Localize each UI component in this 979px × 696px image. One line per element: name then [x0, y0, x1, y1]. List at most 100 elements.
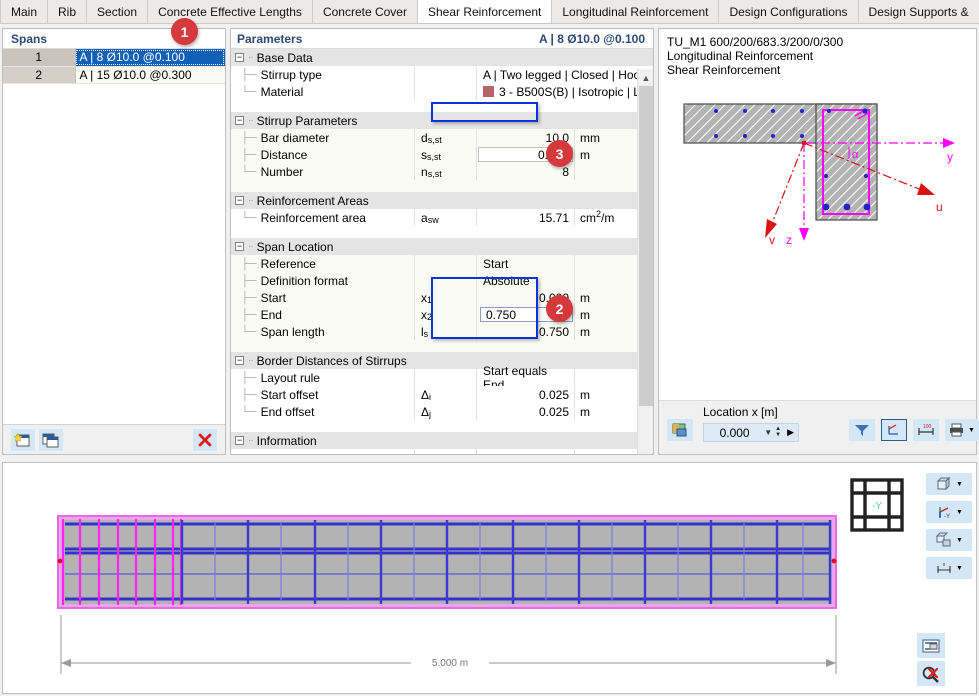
span-value[interactable]: A | 8 Ø10.0 @0.100 — [75, 49, 225, 66]
parameters-scrollbar[interactable]: ▲ ▼ — [637, 69, 653, 455]
dimension-style-button[interactable]: x ▼ — [926, 557, 972, 579]
tree-branch-icon: └─ — [241, 212, 257, 224]
svg-text:x: x — [943, 562, 946, 568]
play-next-icon[interactable]: ▶ — [787, 427, 794, 438]
row-number[interactable]: └─Number ns,st 8 — [231, 163, 653, 180]
chevron-down-icon[interactable]: ▼ — [956, 509, 963, 516]
tab-concrete-effective-lengths[interactable]: Concrete Effective Lengths — [148, 0, 313, 23]
row-label: Layout rule — [261, 371, 320, 385]
chevron-down-icon[interactable]: ▼ — [764, 428, 772, 437]
row-bar-diameter[interactable]: ├─Bar diameter ds,st 10.0 mm — [231, 129, 653, 146]
row-value[interactable]: A | Two legged | Closed | Hook 135° — [477, 66, 645, 83]
group-reinforcement-areas[interactable]: − ·· Reinforcement Areas — [231, 192, 653, 209]
row-value[interactable]: Start equals End — [477, 369, 575, 386]
row-reference[interactable]: ├─Reference Start — [231, 255, 653, 272]
parameters-header: Parameters A | 8 Ø10.0 @0.100 — [231, 29, 653, 49]
location-x-combo[interactable]: 0.000 ▼ ▲▼ ▶ — [703, 423, 799, 442]
span-number: 1 — [3, 49, 75, 66]
view-orientation-widget[interactable]: -Y — [847, 475, 907, 535]
row-definition-format[interactable]: ├─Definition format Absolute — [231, 272, 653, 289]
tab-section[interactable]: Section — [87, 0, 148, 23]
render-button[interactable] — [667, 419, 693, 441]
render-mode-button[interactable]: ▼ — [926, 529, 972, 551]
tab-main[interactable]: Main — [0, 0, 48, 23]
row-stirrup-type[interactable]: ├─Stirrup type A | Two legged | Closed |… — [231, 66, 653, 83]
cross-section-drawing[interactable]: y z u v α — [659, 81, 976, 381]
row-value: 3 - B500S(B) | Isotropic | Linear ... — [499, 85, 645, 99]
3d-view-button[interactable]: ▼ — [926, 473, 972, 495]
delete-span-button[interactable] — [193, 429, 217, 451]
tab-shear-reinforcement[interactable]: Shear Reinforcement — [418, 0, 552, 23]
table-row[interactable]: 2 A | 15 Ø10.0 @0.300 — [3, 66, 225, 83]
row-unit — [575, 272, 645, 289]
row-span-length[interactable]: └─Span length ls 0.750 m — [231, 323, 653, 340]
axis-system-icon — [886, 423, 902, 437]
new-span-button[interactable] — [11, 429, 35, 451]
row-start-offset[interactable]: ├─Start offset Δi 0.025 m — [231, 386, 653, 403]
row-value[interactable]: 0.750 — [477, 323, 575, 340]
row-symbol: ss,st — [415, 146, 477, 163]
chevron-down-icon[interactable]: ▼ — [956, 537, 963, 544]
tab-longitudinal-reinforcement[interactable]: Longitudinal Reinforcement — [552, 0, 719, 23]
chevron-down-icon[interactable]: ▼ — [956, 481, 963, 488]
group-base-data[interactable]: − ·· Base Data — [231, 49, 653, 66]
step-badge-1: 1 — [171, 18, 198, 45]
row-value[interactable]: 0.025 — [477, 386, 575, 403]
row-end[interactable]: ├─End x2 0.750 ▼ ▲▼ m — [231, 306, 653, 323]
row-label: Number — [261, 165, 304, 179]
row-symbol — [415, 66, 477, 83]
scrollbar-thumb[interactable] — [639, 86, 653, 406]
row-unit — [575, 255, 645, 272]
tab-design-supports[interactable]: Design Supports & — [859, 0, 979, 23]
row-end-offset[interactable]: └─End offset Δj 0.025 m — [231, 403, 653, 420]
chevron-down-icon[interactable]: ▼ — [956, 565, 963, 572]
tree-dots: ·· — [248, 241, 253, 252]
axis-system-button[interactable] — [881, 419, 907, 441]
row-value[interactable]: 0.025 — [477, 403, 575, 420]
collapse-icon[interactable]: − — [235, 356, 244, 365]
duplicate-span-button[interactable] — [39, 429, 63, 451]
tree-dots: ·· — [248, 355, 253, 366]
filter-button[interactable] — [849, 419, 875, 441]
step-badge-3: 3 — [546, 140, 573, 167]
tab-design-configurations[interactable]: Design Configurations — [719, 0, 858, 23]
print-button[interactable]: ▼ — [945, 419, 979, 441]
axis-label-v: v — [769, 233, 775, 247]
tab-rib[interactable]: Rib — [48, 0, 87, 23]
row-material[interactable]: └─Material 3 - B500S(B) | Isotropic | Li… — [231, 83, 653, 100]
group-border-distances[interactable]: − ·· Border Distances of Stirrups — [231, 352, 653, 369]
row-value[interactable]: Absolute — [477, 272, 575, 289]
chevron-down-icon[interactable]: ▼ — [968, 427, 975, 434]
span-value[interactable]: A | 15 Ø10.0 @0.300 — [75, 66, 225, 83]
beam-drawing[interactable]: 5.000 m — [3, 463, 978, 695]
render-mode-icon — [935, 532, 953, 548]
row-start[interactable]: ├─Start x1 0.000 m — [231, 289, 653, 306]
axis-view-button[interactable]: -Y ▼ — [926, 501, 972, 523]
collapse-icon[interactable]: − — [235, 436, 244, 445]
row-layout-rule[interactable]: ├─Layout rule Start equals End — [231, 369, 653, 386]
origin-point — [802, 141, 807, 146]
group-stirrup-parameters[interactable]: − ·· Stirrup Parameters — [231, 112, 653, 129]
row-value[interactable]: Start — [477, 255, 575, 272]
group-information[interactable]: − ·· Information — [231, 432, 653, 449]
row-label: Bar diameter — [261, 131, 330, 145]
tab-concrete-cover[interactable]: Concrete Cover — [313, 0, 418, 23]
collapse-icon[interactable]: − — [235, 196, 244, 205]
zoom-reset-button[interactable] — [917, 661, 945, 686]
scroll-up-icon[interactable]: ▲ — [638, 69, 654, 86]
table-row[interactable]: 1 A | 8 Ø10.0 @0.100 — [3, 49, 225, 66]
tree-branch-icon: ├─ — [241, 309, 257, 321]
print-preview-button[interactable] — [917, 633, 945, 658]
tree-branch-icon: └─ — [241, 166, 257, 178]
spinner-control[interactable]: ▲▼ — [775, 427, 781, 438]
section-title-line3: Shear Reinforcement — [667, 63, 976, 77]
row-distance[interactable]: ├─Distance ss,st 0.100 m — [231, 146, 653, 163]
collapse-icon[interactable]: − — [235, 242, 244, 251]
group-span-location[interactable]: − ·· Span Location — [231, 238, 653, 255]
row-value[interactable]: 15.71 — [477, 209, 575, 226]
tree-branch-icon: ├─ — [241, 132, 257, 144]
collapse-icon[interactable]: − — [235, 116, 244, 125]
row-reinforcement-area[interactable]: └─Reinforcement area asw 15.71 cm2/m — [231, 209, 653, 226]
collapse-icon[interactable]: − — [235, 53, 244, 62]
dimension-button[interactable]: 100 — [913, 419, 939, 441]
